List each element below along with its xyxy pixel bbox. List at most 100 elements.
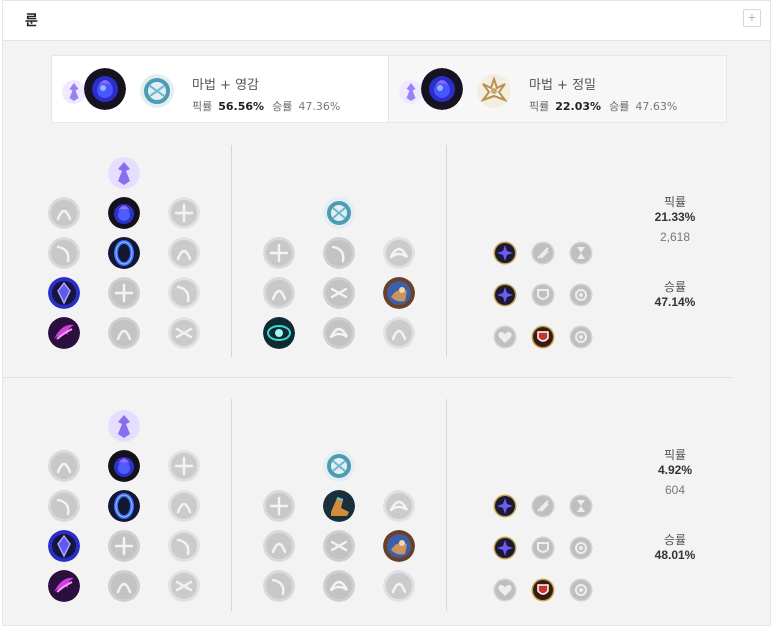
time-warp-tonic-icon (383, 570, 415, 602)
transcendence-icon (48, 530, 80, 562)
shard-health-scaling-icon (493, 578, 517, 602)
runes-header: 룬 + (3, 1, 770, 41)
scorch-icon (48, 317, 80, 349)
inspiration-tree-icon (140, 74, 174, 108)
rune-combo-summary-sorcery-inspiration[interactable]: 마법 + 영감 픽률 56.56% 승률 47.36% (51, 55, 389, 123)
expand-button[interactable]: + (743, 9, 761, 27)
summon-aery-icon (48, 450, 80, 482)
pick-rate-value: 22.03% (555, 100, 602, 113)
win-rate-value: 47.63% (635, 100, 678, 113)
shard-ability-haste-icon (569, 241, 593, 265)
cosmic-insight-icon (263, 570, 295, 602)
nimbus-cloak-icon (168, 237, 200, 269)
inspiration-tree-icon (323, 197, 355, 229)
nullifying-orb-icon (48, 490, 80, 522)
pick-rate-label: 픽률 (529, 100, 550, 113)
futures-market-icon (263, 277, 295, 309)
approach-velocity-icon (323, 570, 355, 602)
sorcery-tree-icon (108, 410, 140, 442)
win-rate-label: 승률 (272, 100, 293, 113)
magical-footwear-icon (323, 237, 355, 269)
shard-magic-resist-icon (569, 283, 593, 307)
gathering-storm-icon (168, 317, 200, 349)
inspiration-tree-icon (323, 450, 355, 482)
pick-rate-label: 픽률 (663, 195, 687, 209)
scorch-icon (48, 570, 80, 602)
combo-title: 마법 + 영감 (192, 78, 259, 93)
pick-rate-label: 픽률 (192, 100, 213, 113)
win-rate-value: 48.01% (654, 548, 696, 562)
nimbus-cloak-icon (168, 490, 200, 522)
magical-footwear-icon (323, 490, 355, 522)
phase-rush-icon (168, 197, 200, 229)
perfect-timing-icon (383, 490, 415, 522)
precision-tree-icon (477, 74, 511, 108)
absolute-focus-icon (168, 530, 200, 562)
sorcery-tree-small-icon (399, 80, 423, 104)
gathering-storm-icon (168, 570, 200, 602)
waterwalking-icon (108, 570, 140, 602)
sorcery-tree-small-icon (62, 80, 86, 104)
arcane-comet-icon (108, 450, 140, 482)
pick-rate-label: 픽률 (663, 448, 687, 462)
build-separator (3, 377, 733, 378)
biscuit-delivery-icon (383, 530, 415, 562)
perfect-timing-icon (383, 237, 415, 269)
column-divider (446, 399, 447, 611)
arcane-comet-icon (84, 68, 126, 110)
shard-magic-resist-icon (569, 325, 593, 349)
shard-attack-speed-icon (531, 241, 555, 265)
shard-adaptive-force-icon (493, 241, 517, 265)
shard-armor-icon (531, 578, 555, 602)
rune-combo-summary-sorcery-precision[interactable]: 마법 + 정밀 픽률 22.03% 승률 47.63% (389, 55, 727, 123)
shard-adaptive-force-icon (493, 536, 517, 560)
waterwalking-icon (108, 317, 140, 349)
shard-adaptive-force-icon (493, 494, 517, 518)
shard-attack-speed-icon (531, 494, 555, 518)
approach-velocity-icon (323, 317, 355, 349)
nullifying-orb-icon (48, 237, 80, 269)
sorcery-tree-icon (108, 157, 140, 189)
shard-adaptive-force-icon (493, 283, 517, 307)
cosmic-insight-icon (263, 317, 295, 349)
arcane-comet-icon (108, 197, 140, 229)
biscuit-delivery-icon (383, 277, 415, 309)
games-count: 2,618 (659, 230, 691, 244)
celerity-icon (108, 277, 140, 309)
column-divider (446, 145, 447, 357)
shard-ability-haste-icon (569, 494, 593, 518)
minion-dematerializer-icon (323, 530, 355, 562)
summon-aery-icon (48, 197, 80, 229)
futures-market-icon (263, 530, 295, 562)
combo-stats: 픽률 22.03% 승률 47.63% (529, 98, 677, 114)
column-divider (231, 399, 232, 611)
transcendence-icon (48, 277, 80, 309)
hextech-flashtraption-icon (263, 237, 295, 269)
manaflow-band-icon (108, 490, 140, 522)
games-count: 604 (664, 483, 686, 497)
combo-title: 마법 + 정밀 (529, 78, 596, 93)
absolute-focus-icon (168, 277, 200, 309)
column-divider (231, 145, 232, 357)
pick-rate-value: 4.92% (657, 463, 693, 477)
combo-stats: 픽률 56.56% 승률 47.36% (192, 98, 340, 114)
runes-panel: 룬 + 마법 + 영감 픽률 56.56% 승률 47.36% 마법 + 정밀 픽률 (2, 0, 771, 626)
shard-magic-resist-icon (569, 536, 593, 560)
win-rate-label: 승률 (663, 280, 687, 294)
phase-rush-icon (168, 450, 200, 482)
section-title: 룬 (25, 13, 38, 29)
hextech-flashtraption-icon (263, 490, 295, 522)
time-warp-tonic-icon (383, 317, 415, 349)
celerity-icon (108, 530, 140, 562)
win-rate-label: 승률 (609, 100, 630, 113)
pick-rate-value: 56.56% (218, 100, 265, 113)
win-rate-label: 승률 (663, 533, 687, 547)
shard-armor-icon (531, 325, 555, 349)
manaflow-band-icon (108, 237, 140, 269)
win-rate-value: 47.36% (298, 100, 341, 113)
shard-magic-resist-icon (569, 578, 593, 602)
shard-armor-icon (531, 536, 555, 560)
pick-rate-value: 21.33% (654, 210, 696, 224)
shard-health-scaling-icon (493, 325, 517, 349)
win-rate-value: 47.14% (654, 295, 696, 309)
